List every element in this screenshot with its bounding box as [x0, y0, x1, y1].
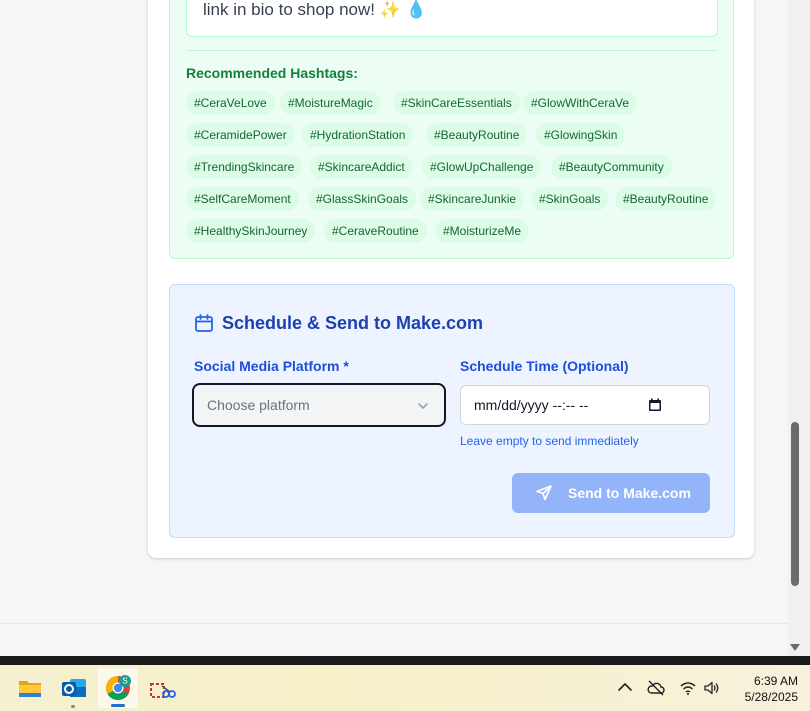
outlook-icon[interactable] [60, 674, 88, 702]
hashtag-chip[interactable]: #HydrationStation [302, 123, 414, 147]
calendar-picker-icon[interactable] [648, 398, 662, 412]
hashtag-chip[interactable]: #BeautyRoutine [615, 187, 717, 211]
window-bottom-edge [0, 656, 810, 665]
schedule-time-value: mm/dd/yyyy --:-- -- [474, 397, 589, 413]
clock-date: 5/28/2025 [744, 690, 798, 704]
volume-icon[interactable] [703, 679, 721, 697]
clock-time: 6:39 AM [753, 674, 798, 688]
scroll-down-arrow-icon[interactable] [790, 644, 800, 651]
platform-label: Social Media Platform * [194, 358, 349, 374]
vertical-scrollbar[interactable] [788, 0, 810, 656]
file-explorer-icon[interactable] [16, 674, 44, 702]
hashtag-chip[interactable]: #BeautyRoutine [426, 123, 528, 147]
hashtag-chip[interactable]: #GlowUpChallenge [422, 155, 542, 179]
onedrive-offline-icon[interactable] [647, 679, 665, 697]
wifi-icon[interactable] [679, 679, 697, 697]
outlook-running-indicator [71, 705, 75, 708]
divider [186, 50, 718, 51]
schedule-hint: Leave empty to send immediately [460, 434, 639, 448]
hashtag-chip[interactable]: #GlassSkinGoals [308, 187, 417, 211]
hashtag-chip[interactable]: #TrendingSkincare [186, 155, 303, 179]
chevron-down-icon [418, 403, 428, 409]
hashtag-chip[interactable]: #CeraveRoutine [324, 219, 427, 243]
hashtag-chip[interactable]: #MoisturizeMe [435, 219, 530, 243]
schedule-title: Schedule & Send to Make.com [222, 313, 484, 333]
send-to-make-button[interactable]: Send to Make.com [512, 473, 710, 513]
chrome-active-indicator [111, 704, 125, 707]
hashtag-chip[interactable]: #SkinCareEssentials [393, 91, 520, 115]
schedule-time-input[interactable]: mm/dd/yyyy --:-- -- [460, 385, 710, 425]
chrome-icon[interactable]: S [104, 674, 132, 702]
send-icon [536, 485, 552, 501]
hashtags-title: Recommended Hashtags: [186, 65, 358, 81]
platform-select[interactable]: Choose platform [192, 383, 446, 427]
page-viewport: link in bio to shop now! ✨ 💧 Recommended… [0, 0, 788, 656]
hashtag-chip[interactable]: #HealthySkinJourney [186, 219, 316, 243]
hashtag-chip[interactable]: #SkincareAddict [310, 155, 413, 179]
caption-text: link in bio to shop now! ✨ 💧 [203, 0, 427, 19]
hashtag-chip[interactable]: #GlowWithCeraVe [523, 91, 638, 115]
chrome-profile-badge: S [122, 677, 127, 686]
hashtag-chip[interactable]: #MoistureMagic [280, 91, 381, 115]
send-button-label: Send to Make.com [568, 485, 691, 501]
taskbar: S 6:39 AM 5/28/2025 [0, 665, 810, 711]
snipping-tool-icon[interactable] [148, 674, 176, 702]
platform-placeholder: Choose platform [207, 397, 310, 413]
footer-divider [0, 623, 788, 624]
hashtag-chip[interactable]: #BeautyCommunity [551, 155, 672, 179]
calendar-icon [195, 314, 213, 332]
scrollbar-thumb[interactable] [791, 422, 799, 586]
hashtag-chip[interactable]: #GlowingSkin [536, 123, 626, 147]
schedule-time-label: Schedule Time (Optional) [460, 358, 629, 374]
system-clock[interactable]: 6:39 AM 5/28/2025 [728, 673, 798, 705]
hashtag-chip[interactable]: #SkincareJunkie [420, 187, 525, 211]
hashtag-chip[interactable]: #CeraVeLove [186, 91, 275, 115]
chevron-up-icon[interactable] [616, 679, 634, 697]
hashtag-chip[interactable]: #SkinGoals [531, 187, 609, 211]
hashtag-chip[interactable]: #CeramidePower [186, 123, 295, 147]
hashtag-chip[interactable]: #SelfCareMoment [186, 187, 299, 211]
